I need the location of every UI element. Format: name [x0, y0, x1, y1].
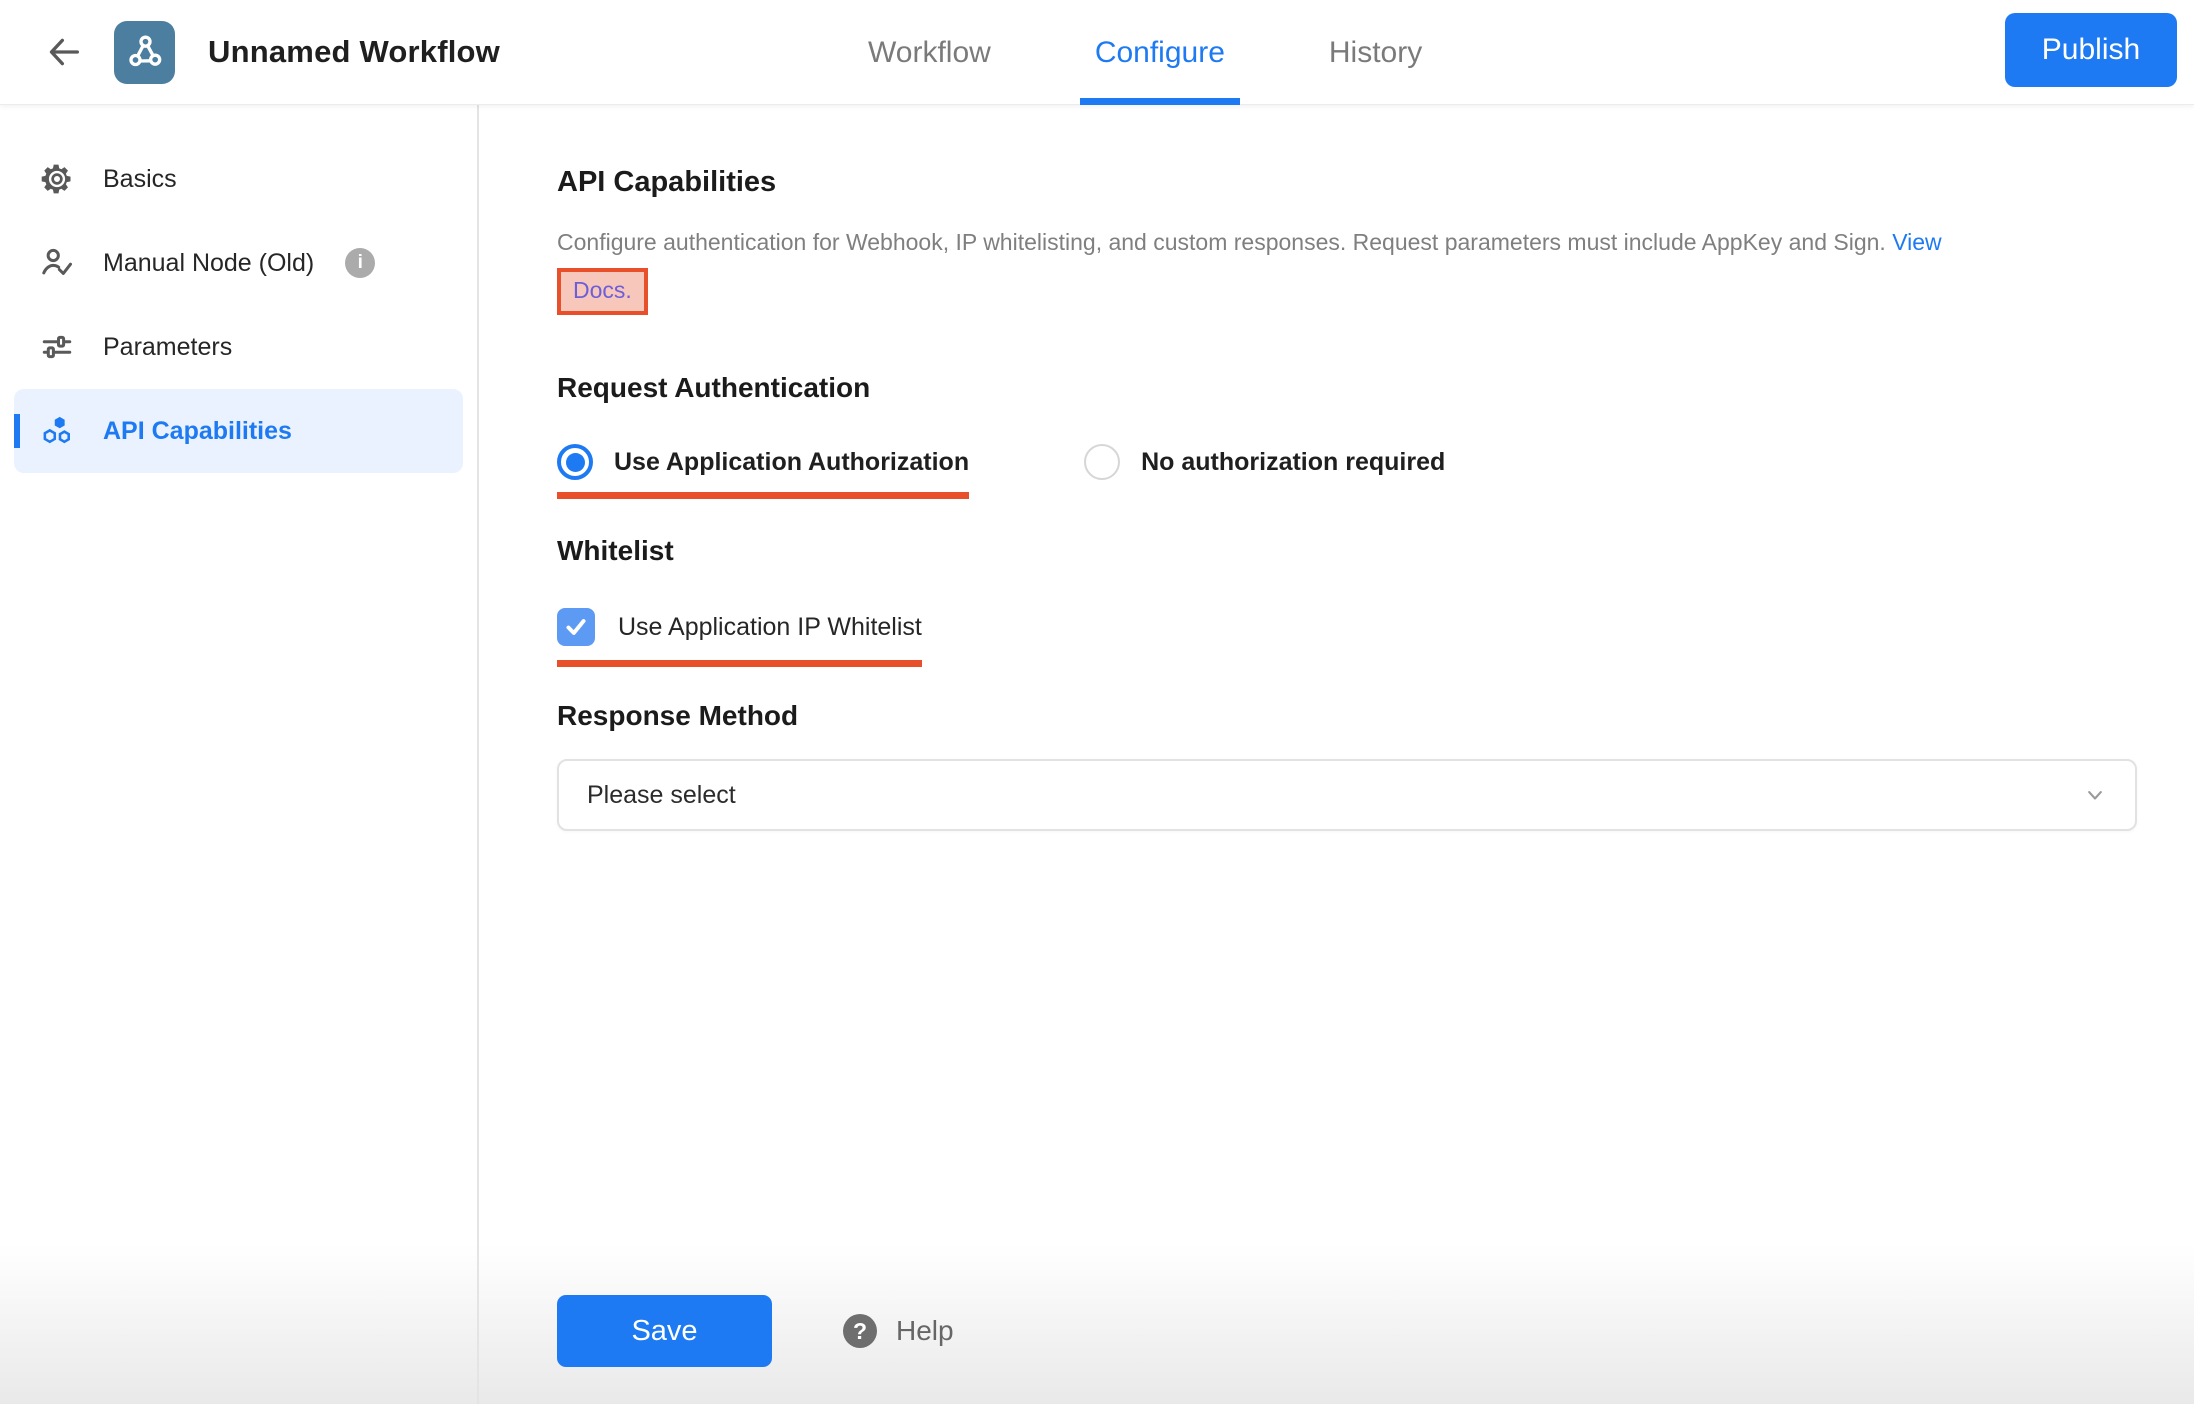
checkbox-use-application-ip-whitelist[interactable]: Use Application IP Whitelist [557, 608, 922, 646]
workflow-app-icon [114, 21, 175, 84]
sidebar-item-manual-node[interactable]: Manual Node (Old) i [14, 221, 463, 305]
request-auth-options: Use Application Authorization No authori… [557, 444, 2138, 480]
gear-icon [38, 160, 76, 198]
sliders-icon [38, 328, 76, 366]
tab-workflow-label: Workflow [868, 36, 991, 70]
arrow-left-icon [44, 32, 84, 72]
radio-label: No authorization required [1141, 448, 1445, 477]
response-method-title: Response Method [557, 700, 2138, 732]
back-button[interactable] [42, 30, 86, 74]
help-label: Help [896, 1315, 954, 1347]
sidebar: Basics Manual Node (Old) i [0, 105, 479, 1404]
radio-selected-icon [557, 444, 593, 480]
tab-configure-label: Configure [1095, 36, 1225, 70]
sidebar-item-label: Parameters [103, 333, 232, 362]
sidebar-item-parameters[interactable]: Parameters [14, 305, 463, 389]
publish-button[interactable]: Publish [2005, 13, 2177, 87]
workflow-title: Unnamed Workflow [208, 34, 500, 70]
checkbox-checked-icon [557, 608, 595, 646]
hexagons-icon [38, 412, 76, 450]
save-button[interactable]: Save [557, 1295, 772, 1367]
content: API Capabilities Configure authenticatio… [479, 105, 2194, 1404]
sidebar-item-label: Manual Node (Old) [103, 249, 314, 278]
docs-line: Docs. [557, 268, 2138, 315]
person-check-icon [38, 244, 76, 282]
radio-label: Use Application Authorization [614, 448, 969, 477]
tab-history[interactable]: History [1327, 0, 1424, 105]
annotation-underline [557, 660, 922, 667]
top-bar: Unnamed Workflow Workflow Configure Hist… [0, 0, 2194, 105]
footer-actions: Save ? Help [557, 1295, 2138, 1367]
help-link[interactable]: ? Help [843, 1314, 954, 1348]
tab-workflow[interactable]: Workflow [866, 0, 993, 105]
radio-no-authorization-required[interactable]: No authorization required [1084, 444, 1445, 480]
page-description: Configure authentication for Webhook, IP… [557, 225, 2138, 259]
page-title: API Capabilities [557, 166, 2138, 199]
request-auth-title: Request Authentication [557, 372, 2138, 404]
whitelist-title: Whitelist [557, 535, 2138, 567]
workflow-config-page: Unnamed Workflow Workflow Configure Hist… [0, 0, 2194, 1404]
chevron-down-icon [2081, 781, 2109, 809]
webhook-icon [125, 32, 165, 72]
radio-use-application-authorization[interactable]: Use Application Authorization [557, 444, 969, 480]
select-value: Please select [587, 781, 736, 810]
radio-unselected-icon [1084, 444, 1120, 480]
tab-configure[interactable]: Configure [1093, 0, 1227, 105]
view-docs-link[interactable]: View [1892, 229, 1941, 255]
active-tab-underline [1080, 98, 1240, 105]
sidebar-item-label: Basics [103, 165, 177, 194]
whitelist-row: Use Application IP Whitelist [557, 608, 2138, 646]
question-icon: ? [843, 1314, 877, 1348]
response-method-select[interactable]: Please select [557, 759, 2137, 831]
docs-annotation-box: Docs. [557, 268, 648, 315]
top-tabs: Workflow Configure History [866, 0, 1424, 105]
description-text: Configure authentication for Webhook, IP… [557, 229, 1886, 255]
checkbox-label: Use Application IP Whitelist [618, 613, 922, 642]
sidebar-item-label: API Capabilities [103, 417, 292, 446]
tab-history-label: History [1329, 36, 1422, 70]
sidebar-item-basics[interactable]: Basics [14, 137, 463, 221]
docs-link[interactable]: Docs. [573, 277, 632, 303]
sidebar-item-api-capabilities[interactable]: API Capabilities [14, 389, 463, 473]
info-icon[interactable]: i [345, 248, 375, 278]
active-item-indicator [14, 414, 20, 448]
annotation-underline [557, 492, 969, 499]
